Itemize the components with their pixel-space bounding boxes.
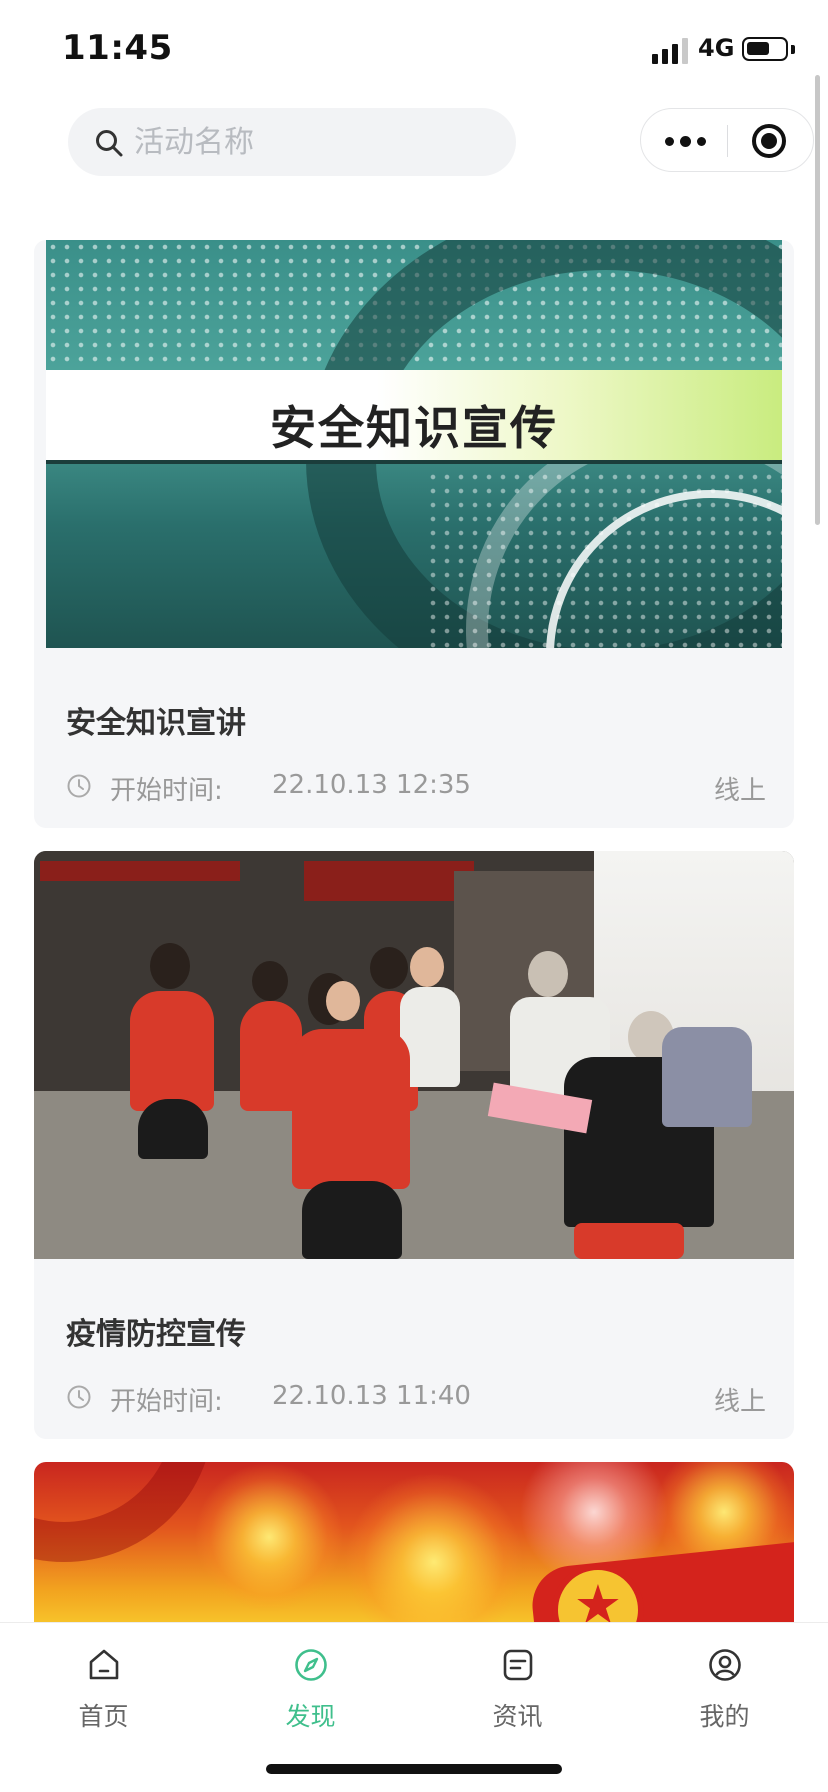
photo-person: [370, 947, 408, 989]
home-indicator: [266, 1764, 562, 1774]
signal-icon: [652, 38, 688, 64]
battery-icon: [742, 37, 788, 61]
battery-tip: [791, 45, 795, 54]
capsule-menu: [640, 108, 814, 172]
target-icon-dot: [761, 133, 777, 149]
clock-icon: [67, 1385, 91, 1409]
activity-meta: 开始时间: 22.10.13 12:35 线上: [66, 770, 766, 806]
clock-icon: [67, 774, 91, 798]
star-icon: ★: [573, 1573, 623, 1623]
activity-card[interactable]: 安全知识宣传 安全知识宣讲 开始时间: 22.10.13 12:35 线上: [34, 240, 794, 828]
compass-icon: [295, 1649, 327, 1681]
tab-discover-label: 发现: [285, 1702, 336, 1731]
photo-stool: [574, 1223, 684, 1259]
photo-person: [662, 1027, 752, 1127]
photo-person: [326, 981, 360, 1021]
activity-photo: [34, 851, 794, 1259]
activity-mode: 线上: [713, 1387, 766, 1417]
firework: [344, 1472, 524, 1622]
activity-mode: 线上: [713, 776, 766, 806]
banner-image: 安全知识宣传: [46, 240, 782, 648]
network-type: 4G: [698, 34, 735, 62]
photo-sign: [304, 861, 474, 901]
more-button[interactable]: [641, 109, 727, 173]
start-time-label: 开始时间:: [110, 776, 223, 806]
activity-image: 安全知识宣传: [34, 240, 794, 648]
banner-text: 安全知识宣传: [270, 401, 558, 455]
photo-person: [528, 951, 568, 997]
activity-image: ★: [34, 1462, 794, 1622]
search-icon: [96, 130, 123, 157]
battery-level: [747, 42, 769, 55]
status-time: 11:45: [62, 28, 173, 68]
tab-mine[interactable]: 我的: [621, 1637, 828, 1737]
activity-title: 疫情防控宣传: [66, 1317, 246, 1352]
search-input[interactable]: [134, 108, 494, 176]
tab-news[interactable]: 资讯: [414, 1637, 621, 1737]
user-icon: [709, 1649, 741, 1681]
activity-image: [34, 851, 794, 1259]
tab-mine-label: 我的: [699, 1702, 750, 1731]
tab-discover[interactable]: 发现: [207, 1637, 414, 1737]
photo-person: [302, 1181, 402, 1259]
photo-person: [150, 943, 190, 989]
close-miniprogram-button[interactable]: [728, 109, 814, 173]
tab-home[interactable]: 首页: [0, 1637, 207, 1737]
status-bar: 11:45 4G: [0, 0, 828, 100]
photo-person: [252, 961, 288, 1001]
photo-person: [292, 1029, 410, 1189]
news-icon: [503, 1649, 533, 1681]
activity-title: 安全知识宣讲: [66, 706, 246, 741]
decor-arc: [34, 1462, 214, 1562]
start-time-value: 22.10.13 12:35: [272, 770, 471, 800]
activity-card[interactable]: ★: [34, 1462, 794, 1622]
start-time-label: 开始时间:: [110, 1387, 223, 1417]
photo-person: [130, 991, 214, 1111]
scrollbar[interactable]: [815, 75, 820, 525]
banner-dots: [426, 470, 782, 648]
activity-card[interactable]: 疫情防控宣传 开始时间: 22.10.13 11:40 线上: [34, 851, 794, 1439]
photo-person: [410, 947, 444, 987]
firework: [194, 1462, 344, 1612]
photo-sign: [40, 861, 240, 881]
start-time-value: 22.10.13 11:40: [272, 1381, 471, 1411]
home-icon: [89, 1649, 119, 1680]
tab-home-label: 首页: [78, 1702, 129, 1731]
search-box[interactable]: [68, 108, 516, 176]
photo-person: [138, 1099, 208, 1159]
activity-meta: 开始时间: 22.10.13 11:40 线上: [66, 1381, 766, 1417]
tab-news-label: 资讯: [492, 1702, 543, 1731]
